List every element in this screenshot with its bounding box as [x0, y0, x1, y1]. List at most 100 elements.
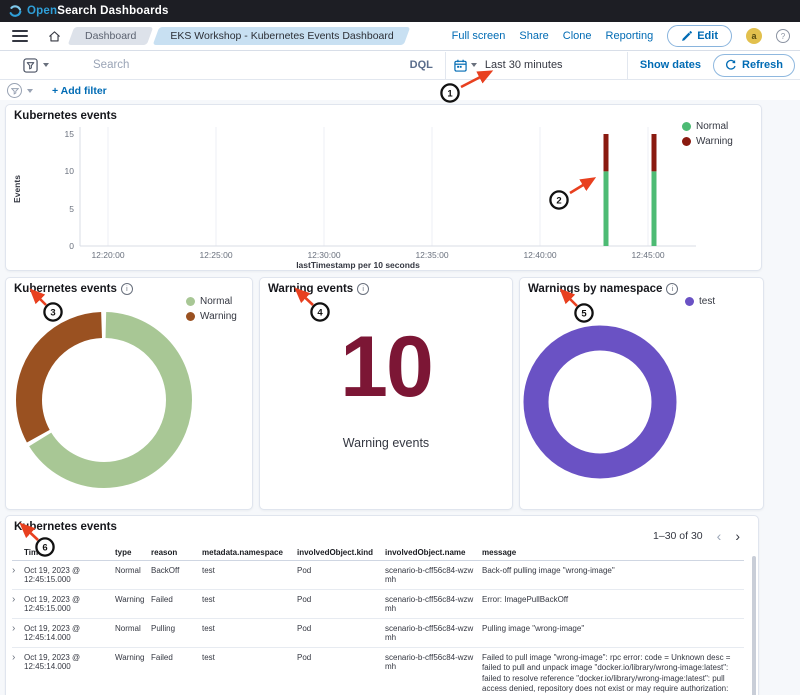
svg-text:12:20:00: 12:20:00: [91, 250, 124, 260]
cell-type: Warning: [115, 653, 151, 662]
opensearch-logo-icon: [9, 5, 22, 18]
date-quick-select-button[interactable]: [446, 59, 485, 72]
cell-time: Oct 19, 2023 @ 12:45:14.000: [24, 653, 115, 671]
cell-time: Oct 19, 2023 @ 12:45:14.000: [24, 624, 115, 642]
cell-reason: BackOff: [151, 566, 202, 575]
panel-kubernetes-events-table: Kubernetes events 1–30 of 30 ‹ › Time ty…: [5, 515, 759, 695]
reporting-link[interactable]: Reporting: [606, 30, 654, 42]
query-language-button[interactable]: DQL: [410, 59, 433, 71]
legend-item-normal[interactable]: Normal: [186, 296, 237, 307]
panel-warnings-by-namespace: Warnings by namespacei test: [519, 277, 764, 510]
table-row: › Oct 19, 2023 @ 12:45:15.000 Normal Bac…: [12, 561, 744, 590]
donut-namespace-svg[interactable]: [520, 278, 763, 507]
bars[interactable]: [604, 134, 657, 246]
nav-bar: Dashboard EKS Workshop - Kubernetes Even…: [0, 22, 800, 51]
nav-actions: Full screen Share Clone Reporting Edit a…: [452, 25, 792, 47]
cell-reason: Failed: [151, 595, 202, 604]
y-axis-ticks: 15 10 5 0: [65, 129, 75, 251]
svg-text:12:40:00: 12:40:00: [523, 250, 556, 260]
refresh-icon: [725, 59, 737, 71]
legend-item-warning[interactable]: Warning: [186, 311, 237, 322]
expand-row-icon[interactable]: ›: [12, 566, 24, 575]
column-type[interactable]: type: [115, 548, 151, 557]
cell-reason: Failed: [151, 653, 202, 662]
refresh-button[interactable]: Refresh: [713, 54, 795, 77]
cell-time: Oct 19, 2023 @ 12:45:15.000: [24, 595, 115, 613]
x-axis-label: lastTimestamp per 10 seconds: [296, 260, 420, 270]
divider: [627, 52, 628, 79]
svg-text:12:30:00: 12:30:00: [307, 250, 340, 260]
pencil-icon: [681, 31, 692, 42]
cell-namespace: test: [202, 624, 297, 633]
cell-type: Normal: [115, 566, 151, 575]
test-dot-icon: [685, 297, 694, 306]
top-header-bar: OpenSearch Dashboards: [0, 0, 800, 22]
expand-row-icon[interactable]: ›: [12, 595, 24, 604]
legend-item-test[interactable]: test: [685, 296, 715, 307]
cell-name: scenario-b-cff56c84-wzwmh: [385, 653, 482, 671]
metric-label: Warning events: [343, 436, 429, 450]
chevron-down-icon: [471, 63, 477, 67]
svg-text:10: 10: [65, 166, 75, 176]
sort-desc-icon: [46, 550, 52, 554]
cell-kind: Pod: [297, 595, 385, 604]
expand-row-icon[interactable]: ›: [12, 653, 24, 662]
expand-row-icon[interactable]: ›: [12, 624, 24, 633]
column-time[interactable]: Time: [24, 548, 115, 557]
table-scrollbar[interactable]: [752, 556, 756, 695]
cell-kind: Pod: [297, 566, 385, 575]
chevron-down-icon: [27, 89, 33, 93]
saved-query-icon[interactable]: [23, 58, 49, 73]
warning-dot-icon: [682, 137, 691, 146]
panel-title: Kubernetes events: [14, 521, 117, 533]
calendar-icon: [454, 59, 467, 72]
legend-item-warning[interactable]: Warning: [682, 136, 733, 147]
panel-kubernetes-events-histogram: Kubernetes events 15 10 5 0 12:20:00: [5, 104, 762, 271]
cell-message: Error: ImagePullBackOff: [482, 595, 744, 605]
show-dates-button[interactable]: Show dates: [640, 59, 701, 71]
cell-reason: Pulling: [151, 624, 202, 633]
add-filter-button[interactable]: + Add filter: [52, 85, 107, 97]
column-reason[interactable]: reason: [151, 548, 202, 557]
search-input[interactable]: [91, 58, 404, 72]
help-icon[interactable]: ?: [776, 29, 790, 43]
avatar[interactable]: a: [746, 28, 762, 44]
svg-text:12:35:00: 12:35:00: [415, 250, 448, 260]
filter-set-icon[interactable]: [7, 83, 22, 98]
column-name[interactable]: involvedObject.name: [385, 548, 482, 557]
edit-button[interactable]: Edit: [667, 25, 732, 47]
home-icon[interactable]: [48, 30, 61, 43]
breadcrumb-dashboard[interactable]: Dashboard: [71, 27, 150, 45]
gridlines: [108, 127, 648, 246]
cell-time: Oct 19, 2023 @ 12:45:15.000: [24, 566, 115, 584]
column-message[interactable]: message: [482, 548, 744, 557]
column-namespace[interactable]: metadata.namespace: [202, 548, 297, 557]
next-page-icon[interactable]: ›: [735, 528, 740, 544]
cell-kind: Pod: [297, 624, 385, 633]
normal-dot-icon: [682, 122, 691, 131]
time-range-value[interactable]: Last 30 minutes: [485, 59, 627, 71]
table-row: › Oct 19, 2023 @ 12:45:14.000 Normal Pul…: [12, 619, 744, 648]
cell-kind: Pod: [297, 653, 385, 662]
pagination: 1–30 of 30 ‹ ›: [653, 528, 740, 544]
warning-dot-icon: [186, 312, 195, 321]
pagination-range: 1–30 of 30: [653, 530, 703, 542]
clone-link[interactable]: Clone: [563, 30, 592, 42]
chevron-down-icon: [43, 63, 49, 67]
dashboard-content: Kubernetes events 15 10 5 0 12:20:00: [0, 100, 800, 695]
table-row: › Oct 19, 2023 @ 12:45:14.000 Warning Fa…: [12, 648, 744, 695]
metric: 10 Warning events: [260, 278, 512, 509]
share-link[interactable]: Share: [519, 30, 548, 42]
prev-page-icon[interactable]: ‹: [717, 528, 722, 544]
legend-item-normal[interactable]: Normal: [682, 121, 733, 132]
table-row: › Oct 19, 2023 @ 12:45:15.000 Warning Fa…: [12, 590, 744, 619]
breadcrumb-current-dashboard: EKS Workshop - Kubernetes Events Dashboa…: [156, 27, 407, 45]
svg-text:5: 5: [69, 204, 74, 214]
menu-icon[interactable]: [12, 30, 28, 42]
cell-name: scenario-b-cff56c84-wzwmh: [385, 624, 482, 642]
cell-name: scenario-b-cff56c84-wzwmh: [385, 595, 482, 613]
cell-type: Normal: [115, 624, 151, 633]
column-kind[interactable]: involvedObject.kind: [297, 548, 385, 557]
svg-text:12:25:00: 12:25:00: [199, 250, 232, 260]
full-screen-link[interactable]: Full screen: [452, 30, 506, 42]
